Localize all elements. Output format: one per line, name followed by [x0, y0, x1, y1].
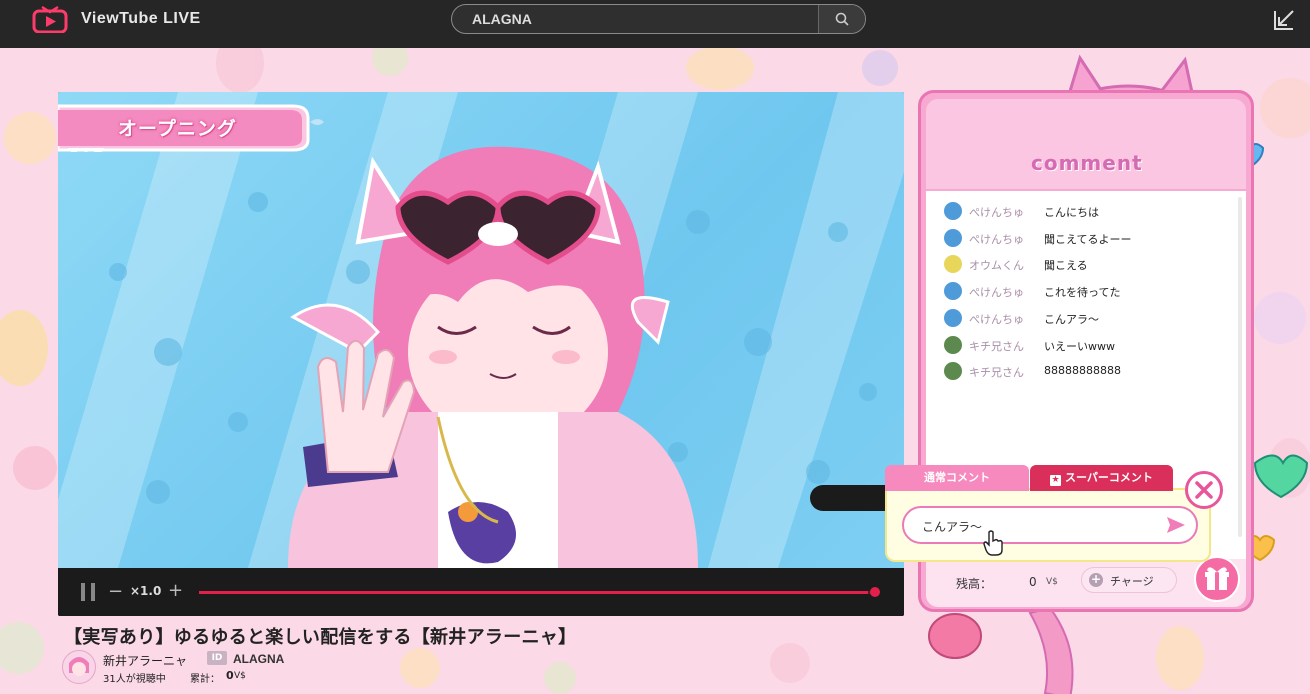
- comment-input[interactable]: [920, 508, 1154, 544]
- viewtube-logo-icon[interactable]: [32, 5, 68, 33]
- gift-button[interactable]: [1194, 556, 1240, 602]
- avatar-image-icon: [63, 651, 95, 683]
- search-bar: [451, 4, 866, 34]
- commenter-avatar[interactable]: [944, 202, 962, 220]
- comment-list-scrollbar[interactable]: [1238, 197, 1242, 537]
- comment-text: 聞こえる: [1044, 259, 1088, 273]
- comment-text: いえーいwww: [1044, 339, 1115, 353]
- comment-row[interactable]: ぺけんちゅ こんにちは: [940, 201, 1230, 221]
- video-player[interactable]: オープニング − ×1.0 +: [58, 92, 904, 616]
- total-label: 累計：: [190, 674, 220, 685]
- comment-text: こんにちは: [1044, 206, 1099, 219]
- total-value: 0: [226, 669, 234, 682]
- video-frame[interactable]: オープニング: [58, 92, 904, 568]
- gift-icon: [1205, 567, 1229, 590]
- balance-value: 0: [1029, 575, 1037, 589]
- search-input[interactable]: [452, 5, 818, 33]
- charge-label: チャージ: [1110, 575, 1154, 588]
- commenter-name[interactable]: ぺけんちゅ: [969, 311, 1024, 327]
- tab-super-label: スーパーコメント: [1065, 471, 1153, 484]
- comment-row[interactable]: キチ兄さん いえーいwww: [940, 335, 1230, 355]
- commenter-name[interactable]: ぺけんちゅ: [969, 284, 1024, 300]
- commenter-avatar[interactable]: [944, 362, 962, 381]
- plus-icon: +: [1089, 572, 1103, 587]
- comment-field-wrapper: [902, 506, 1198, 544]
- hand-cursor-icon: [983, 530, 1003, 556]
- seek-bar-progress: [199, 591, 869, 594]
- speed-decrease-button[interactable]: −: [108, 581, 123, 602]
- comment-row[interactable]: キチ兄さん 88888888888: [940, 361, 1230, 381]
- star-box-icon: ★: [1050, 475, 1062, 486]
- pause-icon[interactable]: [80, 582, 96, 602]
- channel-name[interactable]: 新井アラーニャ: [103, 652, 187, 669]
- top-bar: ViewTube LIVE: [0, 0, 1310, 48]
- comment-row[interactable]: オウムくん 聞こえる: [940, 254, 1230, 274]
- balance-label: 残高：: [956, 577, 993, 591]
- tab-normal-comment[interactable]: 通常コメント: [885, 465, 1029, 491]
- tab-super-comment[interactable]: ★ スーパーコメント: [1030, 465, 1173, 491]
- stream-title: 【実写あり】ゆるゆると楽しい配信をする【新井アラーニャ】: [64, 627, 577, 648]
- commenter-name[interactable]: ぺけんちゅ: [969, 204, 1024, 220]
- viewer-count: 31人が視聴中: [103, 674, 166, 685]
- player-controls: − ×1.0 +: [58, 568, 904, 616]
- comment-row[interactable]: ぺけんちゅ これを待ってた: [940, 281, 1230, 301]
- close-icon: [1195, 481, 1213, 499]
- channel-id: ALAGNA: [233, 652, 285, 666]
- total-unit: V$: [234, 671, 246, 681]
- search-button[interactable]: [818, 5, 865, 33]
- commenter-name[interactable]: キチ兄さん: [969, 364, 1024, 380]
- minimize-arrow-icon[interactable]: [1272, 8, 1296, 32]
- commenter-avatar[interactable]: [944, 255, 962, 274]
- vtuber-character-image: [58, 92, 904, 568]
- commenter-avatar[interactable]: [944, 228, 962, 247]
- id-badge: ID: [207, 651, 227, 665]
- search-icon: [835, 12, 849, 26]
- close-input-button[interactable]: [1185, 471, 1223, 509]
- seek-handle[interactable]: [870, 587, 880, 597]
- balance-unit: V$: [1046, 577, 1058, 587]
- charge-button[interactable]: + チャージ: [1081, 567, 1177, 593]
- opening-label: オープニング: [118, 118, 237, 140]
- comment-panel-header: comment: [926, 99, 1246, 189]
- send-icon[interactable]: [1166, 516, 1186, 534]
- comment-row[interactable]: ぺけんちゅ 聞こえてるよーー: [940, 228, 1230, 248]
- seek-bar[interactable]: [199, 591, 875, 594]
- comment-text: 聞こえてるよーー: [1044, 232, 1132, 246]
- commenter-avatar[interactable]: [944, 308, 962, 327]
- comment-panel-title: comment: [1031, 151, 1143, 175]
- comment-text: こんアラ～: [1044, 312, 1099, 326]
- comment-text: これを待ってた: [1044, 286, 1121, 300]
- comment-text: 88888888888: [1044, 364, 1121, 378]
- brand-name: ViewTube LIVE: [81, 10, 201, 27]
- commenter-avatar[interactable]: [944, 335, 962, 354]
- commenter-name[interactable]: ぺけんちゅ: [969, 231, 1024, 247]
- speed-increase-button[interactable]: +: [168, 580, 183, 601]
- comment-row[interactable]: ぺけんちゅ こんアラ～: [940, 308, 1230, 328]
- commenter-name[interactable]: オウムくん: [969, 257, 1024, 273]
- commenter-name[interactable]: キチ兄さん: [969, 338, 1024, 354]
- commenter-avatar[interactable]: [944, 282, 962, 301]
- channel-avatar[interactable]: [62, 650, 96, 684]
- playback-speed: ×1.0: [130, 584, 162, 598]
